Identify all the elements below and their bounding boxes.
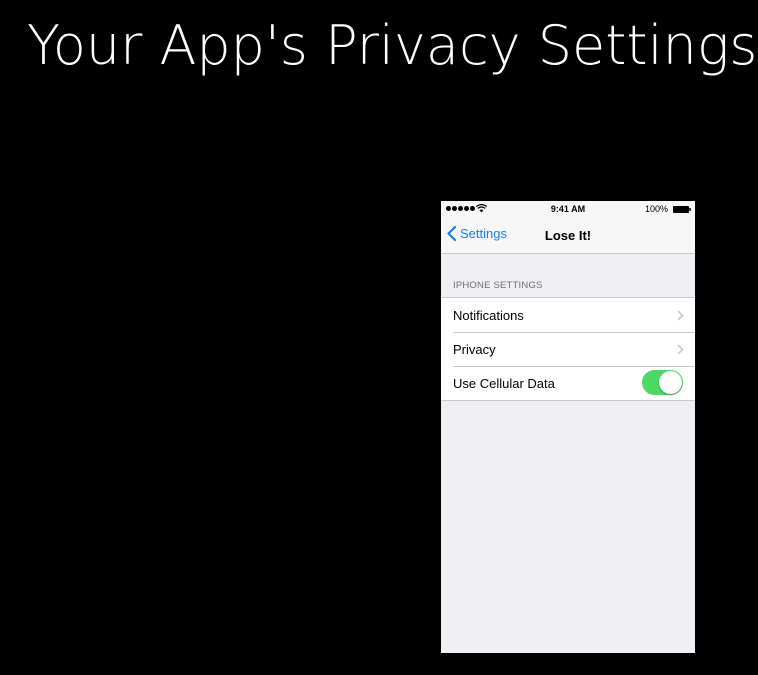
use-cellular-data-toggle[interactable] — [642, 370, 683, 395]
settings-group: Notifications Privacy Use Cellular Data — [441, 297, 695, 401]
use-cellular-data-row: Use Cellular Data — [441, 366, 695, 400]
privacy-row[interactable]: Privacy — [441, 332, 695, 366]
chevron-right-icon — [677, 344, 684, 355]
notifications-row[interactable]: Notifications — [441, 298, 695, 332]
battery-percentage: 100% — [644, 204, 668, 214]
battery-icon — [673, 206, 691, 213]
chevron-right-icon — [677, 310, 684, 321]
status-bar: 9:41 AM 100% — [441, 201, 695, 218]
navigation-bar: Settings Lose It! — [441, 218, 695, 254]
nav-title: Lose It! — [544, 228, 592, 243]
privacy-label: Privacy — [453, 341, 496, 357]
slide: Your App's Privacy Settings 9:41 AM 100% — [0, 0, 758, 675]
use-cellular-data-label: Use Cellular Data — [453, 375, 555, 391]
phone-screen: 9:41 AM 100% Settings Lose It! IPHONE SE… — [441, 201, 695, 653]
slide-title: Your App's Privacy Settings — [27, 14, 758, 77]
notifications-label: Notifications — [453, 307, 524, 323]
toggle-knob — [659, 371, 682, 394]
section-header: IPHONE SETTINGS — [453, 280, 543, 291]
